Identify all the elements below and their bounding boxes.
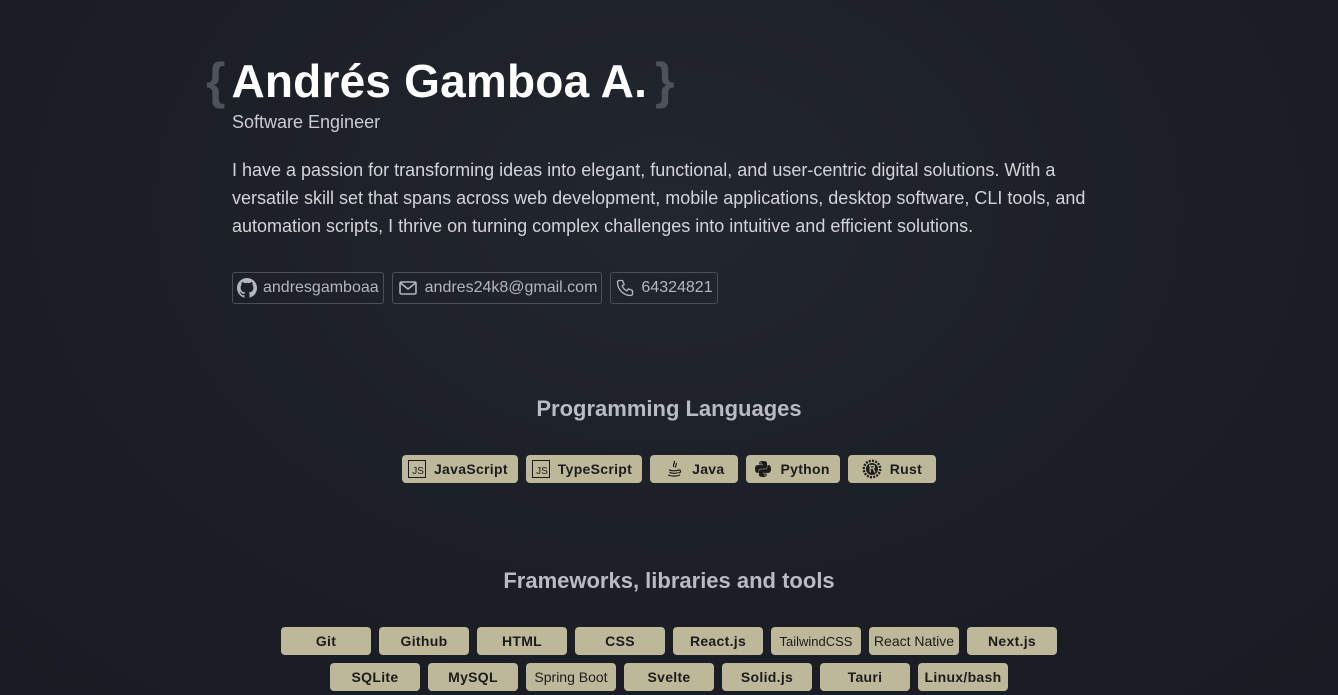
email-label: andres24k8@gmail.com [424, 279, 598, 296]
tool-chip: Tauri [820, 663, 910, 691]
tool-chip: HTML [477, 627, 567, 655]
tool-chip: MySQL [428, 663, 518, 691]
page-title: Andrés Gamboa A. [231, 55, 648, 107]
brace-close: } [655, 53, 675, 109]
name-row: { Andrés Gamboa A. } [206, 50, 675, 112]
tool-chip: Git [281, 627, 371, 655]
rust-icon [862, 459, 882, 479]
profile-header: { Andrés Gamboa A. } Software Engineer [206, 50, 675, 133]
tools-list-row-1: Git Github HTML CSS React.js TailwindCSS… [0, 627, 1338, 655]
tool-chip: Spring Boot [526, 663, 616, 691]
language-chip-java: Java [650, 455, 739, 483]
github-label: andresgamboaa [263, 279, 379, 296]
language-label: TypeScript [557, 461, 633, 477]
contact-list: andresgamboaa andres24k8@gmail.com 64324… [232, 272, 718, 304]
language-label: Java [692, 461, 725, 477]
tools-list-row-2: SQLite MySQL Spring Boot Svelte Solid.js… [0, 663, 1338, 691]
language-chip-javascript: JS JavaScript [401, 455, 518, 483]
javascript-icon: JS [407, 460, 426, 478]
tool-chip: SQLite [330, 663, 420, 691]
languages-heading: Programming Languages [536, 396, 802, 421]
languages-list: JS JavaScript JS TypeScript Java Python … [0, 455, 1338, 483]
language-chip-python: Python [746, 455, 840, 483]
tool-chip: React.js [673, 627, 763, 655]
tool-chip: CSS [575, 627, 665, 655]
mail-icon [398, 281, 417, 295]
phone-link[interactable]: 64324821 [610, 272, 718, 304]
language-chip-rust: Rust [847, 455, 937, 483]
github-icon [237, 278, 257, 298]
brace-open: { [206, 53, 226, 109]
tool-chip: Github [379, 627, 469, 655]
phone-label: 64324821 [641, 279, 713, 296]
tools-heading: Frameworks, libraries and tools [503, 568, 835, 593]
typescript-icon: JS [531, 460, 550, 478]
tool-chip: Linux/bash [918, 663, 1008, 691]
tool-chip: Svelte [624, 663, 714, 691]
tool-chip: Solid.js [722, 663, 812, 691]
tool-chip: Next.js [967, 627, 1057, 655]
bio-paragraph: I have a passion for transforming ideas … [232, 160, 1086, 236]
python-icon [755, 461, 772, 477]
tool-chip: TailwindCSS [771, 627, 861, 655]
language-label: Python [780, 461, 830, 477]
tool-chip: React Native [869, 627, 959, 655]
language-label: Rust [889, 461, 923, 477]
phone-icon [617, 279, 634, 297]
role-subtitle: Software Engineer [232, 112, 381, 132]
email-link[interactable]: andres24k8@gmail.com [391, 272, 603, 304]
language-chip-typescript: JS TypeScript [525, 455, 643, 483]
github-link[interactable]: andresgamboaa [232, 272, 384, 304]
language-label: JavaScript [433, 461, 508, 477]
java-icon [667, 460, 682, 477]
